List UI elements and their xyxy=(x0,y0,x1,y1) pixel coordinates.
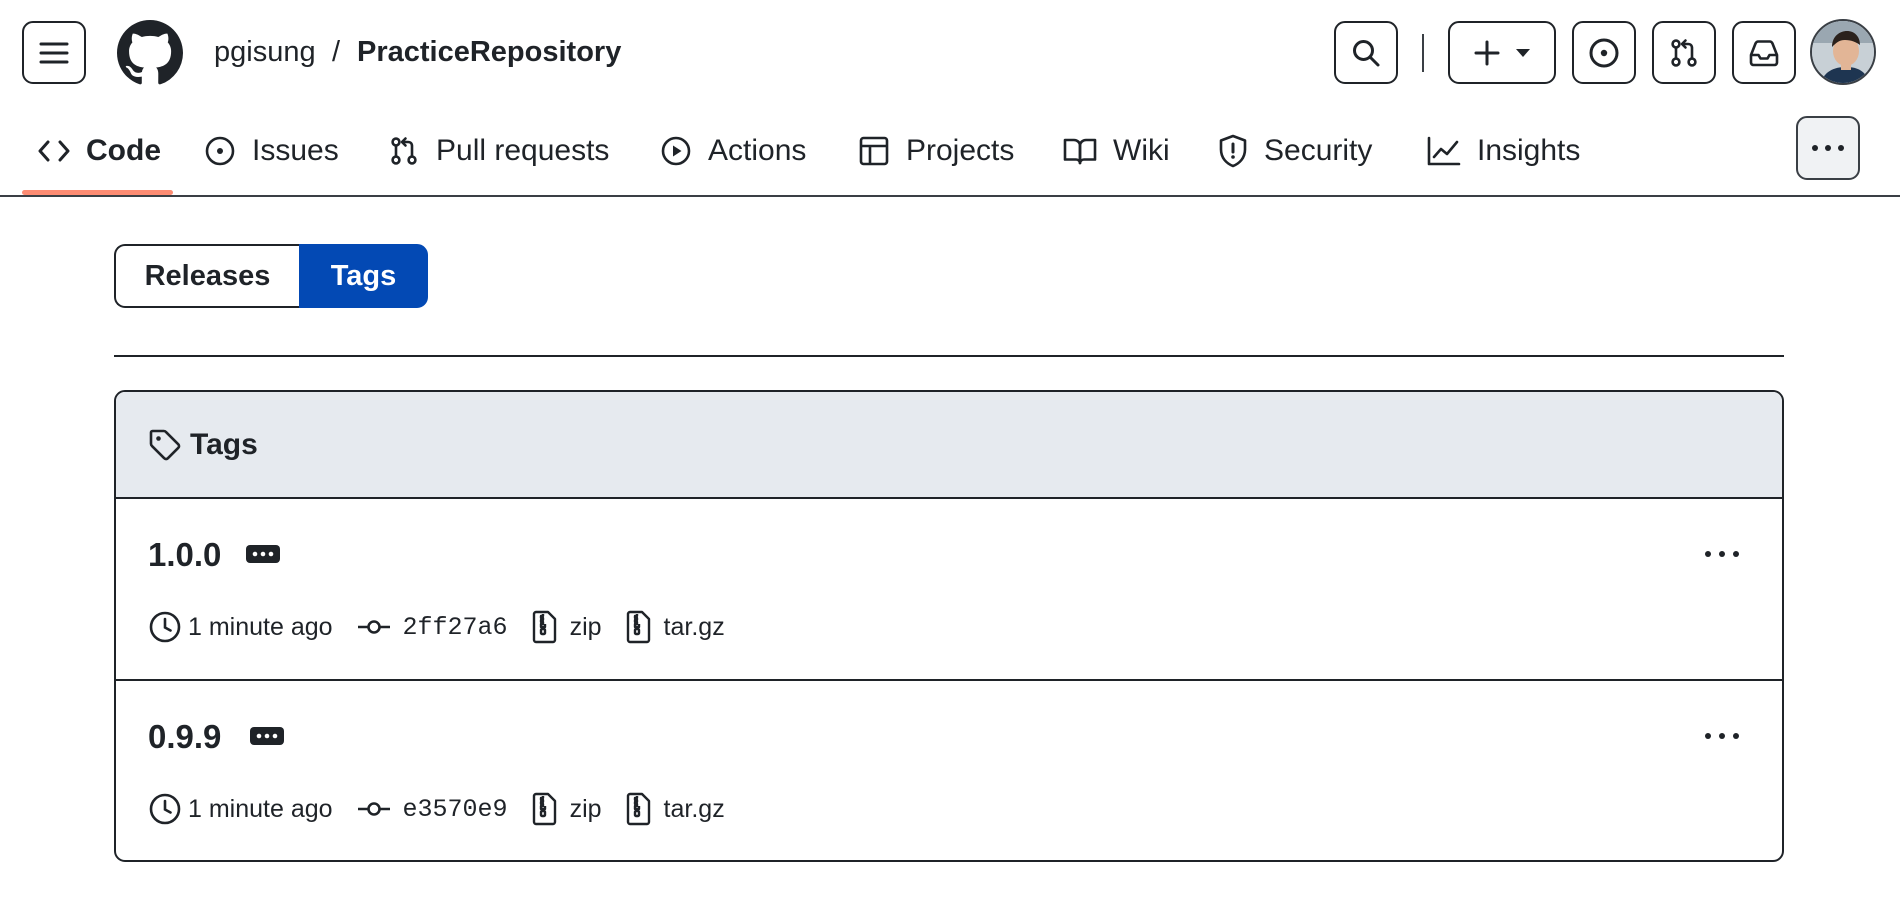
tab-security[interactable]: Security xyxy=(1218,106,1372,195)
tag-commit[interactable]: 2ff27a6 xyxy=(357,613,508,642)
tag-name-link[interactable]: 1.0.0 xyxy=(148,535,221,575)
tag-time: 1 minute ago xyxy=(148,610,333,644)
download-zip[interactable]: zip xyxy=(532,610,602,644)
plus-icon xyxy=(1474,40,1500,65)
tab-wiki[interactable]: Wiki xyxy=(1063,106,1170,195)
tag-time-text: 1 minute ago xyxy=(188,794,333,823)
kebab-horizontal-icon xyxy=(1705,733,1739,739)
tab-issues[interactable]: Issues xyxy=(204,106,339,195)
tag-row: 0.9.9 1 minute ago e3570e9 zip tar.gz xyxy=(116,679,1782,859)
tag-time-text: 1 minute ago xyxy=(188,612,333,641)
issues-button[interactable] xyxy=(1572,21,1636,84)
file-zip-icon xyxy=(626,610,650,644)
tab-insights[interactable]: Insights xyxy=(1427,106,1580,195)
tags-list-title: Tags xyxy=(190,427,258,461)
tab-label: Security xyxy=(1264,133,1373,167)
tab-label: Code xyxy=(86,133,161,167)
download-zip[interactable]: zip xyxy=(532,792,602,826)
graph-icon xyxy=(1427,136,1461,165)
github-logo[interactable] xyxy=(117,20,183,86)
download-tar-gz-label[interactable]: tar.gz xyxy=(664,613,725,642)
tag-message-toggle[interactable] xyxy=(250,727,284,745)
tab-pull-requests[interactable]: Pull requests xyxy=(388,106,609,195)
tag-icon xyxy=(149,429,181,460)
commit-sha[interactable]: e3570e9 xyxy=(403,795,508,824)
header-divider xyxy=(1422,34,1424,72)
tag-time: 1 minute ago xyxy=(148,792,333,826)
tag-name-link[interactable]: 0.9.9 xyxy=(148,717,221,757)
inbox-icon xyxy=(1749,39,1779,66)
kebab-horizontal-icon xyxy=(1812,145,1844,151)
code-icon xyxy=(38,140,70,161)
app-header: pgisung / PracticeRepository xyxy=(0,0,1900,106)
clock-icon xyxy=(149,793,181,825)
git-commit-icon xyxy=(357,802,390,816)
tab-code[interactable]: Code xyxy=(38,106,161,195)
download-tar-gz[interactable]: tar.gz xyxy=(626,610,725,644)
menu-button[interactable] xyxy=(22,21,86,84)
triangle-down-icon xyxy=(1516,48,1530,57)
kebab-horizontal-icon xyxy=(1705,551,1739,557)
ellipsis-icon xyxy=(252,551,274,557)
table-icon xyxy=(859,136,889,165)
create-new-button[interactable] xyxy=(1448,21,1556,84)
tab-label: Pull requests xyxy=(436,133,610,167)
tab-actions[interactable]: Actions xyxy=(660,106,806,195)
breadcrumb-owner[interactable]: pgisung xyxy=(214,30,316,74)
tags-list: Tags 1.0.0 1 minute ago 2ff27a6 zip tar.… xyxy=(114,390,1784,862)
tag-row: 1.0.0 1 minute ago 2ff27a6 zip tar.gz xyxy=(116,499,1782,679)
download-tar-gz-label[interactable]: tar.gz xyxy=(664,795,725,824)
tag-meta: 1 minute ago e3570e9 zip tar.gz xyxy=(148,791,749,827)
tab-label: Projects xyxy=(906,133,1015,167)
shield-icon xyxy=(1219,134,1247,167)
tag-message-toggle[interactable] xyxy=(246,545,280,563)
tag-actions-button[interactable] xyxy=(1702,539,1742,569)
git-commit-icon xyxy=(357,620,390,634)
releases-tags-toggle: Releases Tags xyxy=(114,244,428,308)
tab-label: Issues xyxy=(252,133,339,167)
file-zip-icon xyxy=(532,610,556,644)
ellipsis-icon xyxy=(256,733,278,739)
selected-tab-indicator xyxy=(22,190,173,195)
breadcrumb-repo[interactable]: PracticeRepository xyxy=(357,30,621,74)
file-zip-icon xyxy=(532,792,556,826)
issue-opened-icon xyxy=(205,136,235,165)
issue-opened-icon xyxy=(1589,38,1619,67)
tab-label: Actions xyxy=(708,133,807,167)
breadcrumb-separator: / xyxy=(332,36,341,68)
file-zip-icon xyxy=(626,792,650,826)
avatar[interactable] xyxy=(1810,19,1876,85)
play-icon xyxy=(661,136,691,165)
tags-list-header: Tags xyxy=(116,392,1782,499)
tags-button[interactable]: Tags xyxy=(299,244,428,308)
download-zip-label[interactable]: zip xyxy=(570,613,602,642)
download-zip-label[interactable]: zip xyxy=(570,795,602,824)
repository-nav: Code Issues Pull requests Actions Projec… xyxy=(0,106,1900,197)
download-tar-gz[interactable]: tar.gz xyxy=(626,792,725,826)
commit-sha[interactable]: 2ff27a6 xyxy=(403,613,508,642)
clock-icon xyxy=(149,611,181,643)
tab-projects[interactable]: Projects xyxy=(858,106,1014,195)
git-pull-request-icon xyxy=(1671,38,1697,67)
releases-button[interactable]: Releases xyxy=(114,244,299,308)
search-icon xyxy=(1353,39,1380,66)
tag-commit[interactable]: e3570e9 xyxy=(357,795,508,824)
search-button[interactable] xyxy=(1334,21,1398,84)
section-divider xyxy=(114,355,1784,357)
tag-actions-button[interactable] xyxy=(1702,721,1742,751)
more-nav-button[interactable] xyxy=(1796,116,1860,180)
tab-label: Wiki xyxy=(1113,133,1170,167)
hamburger-icon xyxy=(39,42,69,63)
git-pull-request-icon xyxy=(391,136,417,165)
tag-meta: 1 minute ago 2ff27a6 zip tar.gz xyxy=(148,609,749,645)
tab-label: Insights xyxy=(1477,133,1581,167)
book-icon xyxy=(1063,138,1097,164)
pull-requests-button[interactable] xyxy=(1652,21,1716,84)
inbox-button[interactable] xyxy=(1732,21,1796,84)
